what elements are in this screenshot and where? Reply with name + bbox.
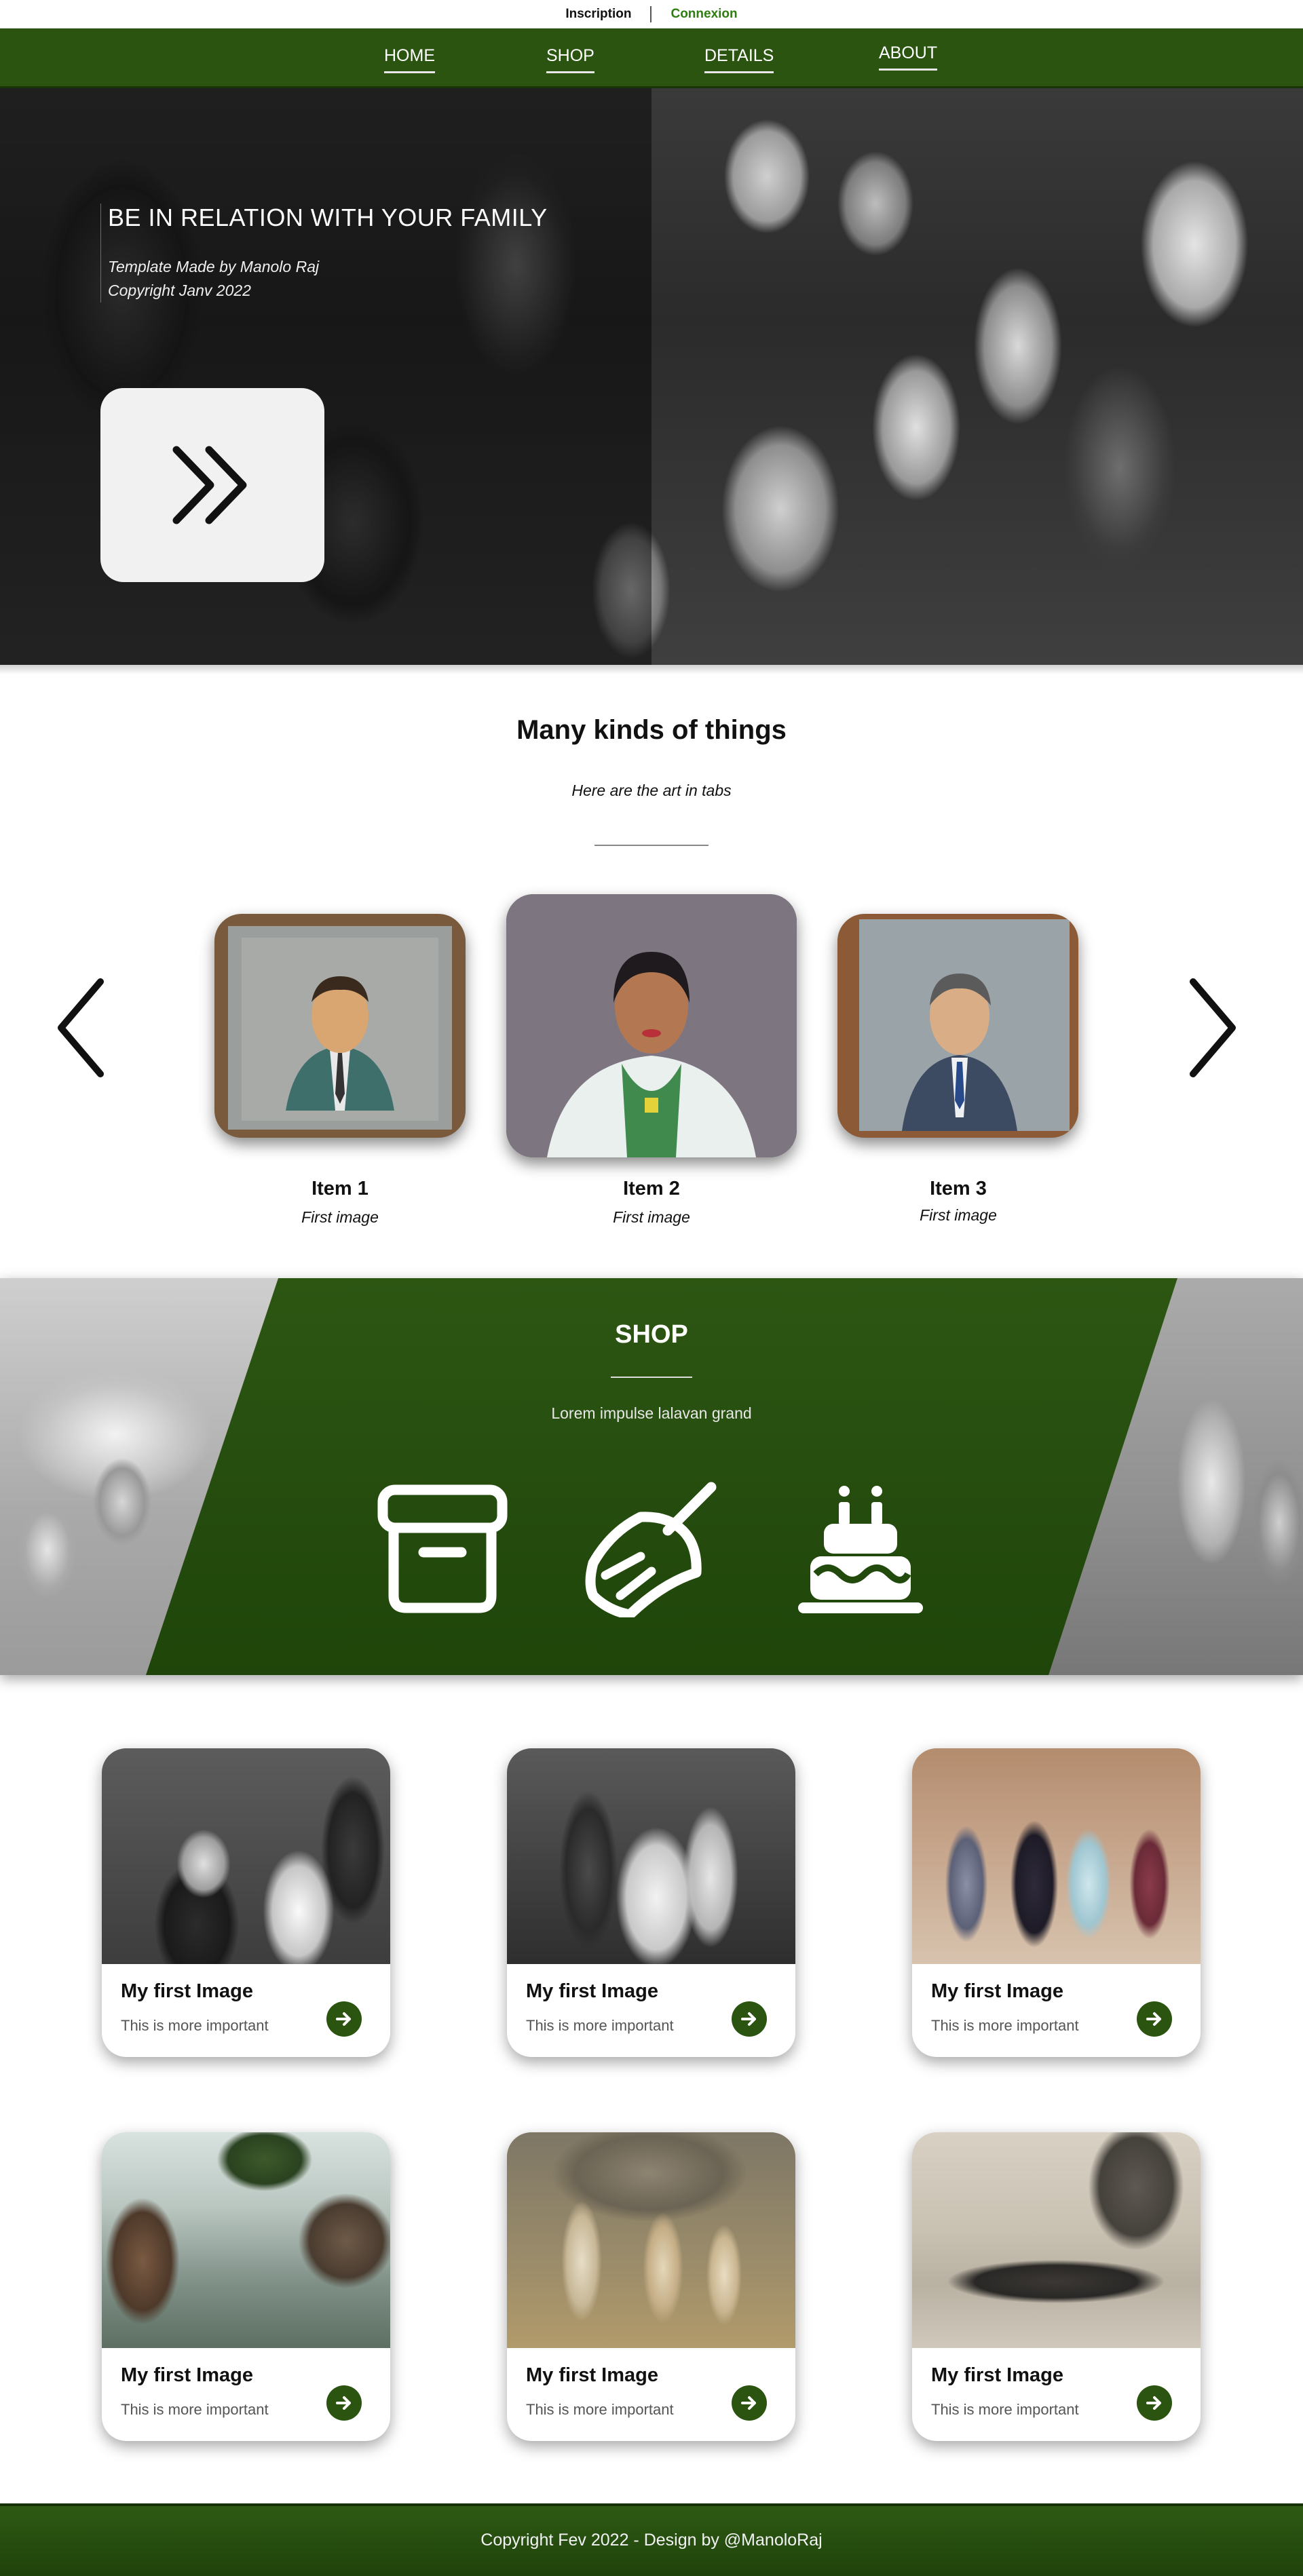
main-nav: HOME SHOP DETAILS ABOUT [0, 28, 1303, 88]
double-chevron-right-icon [172, 446, 247, 524]
hero-bottom-shadow [0, 665, 1303, 674]
gallery-photo-family-group [507, 2132, 795, 2348]
arrow-right-icon [336, 2396, 351, 2410]
shop-category-celebration[interactable] [793, 1482, 928, 1617]
gallery-card-open-button[interactable] [732, 2001, 767, 2037]
hero-next-button[interactable] [100, 388, 324, 582]
connexion-link[interactable]: Connexion [652, 7, 756, 22]
gallery-card-open-button[interactable] [1137, 2001, 1172, 2037]
gallery-card-3[interactable]: My first Image This is more important [912, 1748, 1201, 2057]
hero-overlay [0, 88, 652, 665]
carousel-item-2-title: Item 2 [623, 1178, 680, 1199]
gallery-card-title: My first Image [931, 1980, 1063, 2002]
arrow-right-icon [1146, 2012, 1161, 2026]
arrow-right-icon [336, 2012, 351, 2026]
shop-subtitle: Lorem impulse lalavan grand [551, 1404, 752, 1422]
divider [594, 845, 709, 846]
gallery-card-title: My first Image [526, 2364, 658, 2386]
gallery-photo-wedding [102, 1748, 390, 1964]
gallery-card-open-button[interactable] [326, 2385, 362, 2421]
gallery-card-subtitle: This is more important [526, 2017, 674, 2034]
carousel-next-button[interactable] [1179, 974, 1241, 1082]
gallery-card-title: My first Image [526, 1980, 658, 2002]
gallery-card-5[interactable]: My first Image This is more important [507, 2132, 795, 2441]
nav-about[interactable]: ABOUT [879, 43, 938, 71]
top-account-bar: Inscription Connexion [0, 0, 1303, 28]
shop-category-cleaning[interactable] [581, 1482, 717, 1620]
section-title-kinds: Many kinds of things [516, 715, 787, 745]
carousel-item-2-caption: First image [613, 1208, 690, 1226]
gallery-card-open-button[interactable] [1137, 2385, 1172, 2421]
hero-family-photo: BE IN RELATION WITH YOUR FAMILY Template… [0, 88, 1303, 665]
portrait-painting-man-2 [859, 919, 1070, 1131]
portrait-painting-man [228, 926, 452, 1130]
gallery-photo-wedding-color [912, 1748, 1201, 1964]
arrow-right-icon [741, 2012, 756, 2026]
gallery-card-6[interactable]: My first Image This is more important [912, 2132, 1201, 2441]
chevron-right-icon [1190, 978, 1236, 1077]
carousel-item-3[interactable] [837, 914, 1078, 1138]
gallery-card-open-button[interactable] [732, 2385, 767, 2421]
carousel-item-1[interactable] [214, 914, 466, 1138]
gallery-card-open-button[interactable] [326, 2001, 362, 2037]
carousel-item-3-caption: First image [920, 1206, 997, 1224]
gallery-card-title: My first Image [931, 2364, 1063, 2386]
gallery-card-subtitle: This is more important [931, 2401, 1079, 2418]
gallery-card-1[interactable]: My first Image This is more important [102, 1748, 390, 2057]
portrait-painting-woman [506, 894, 797, 1157]
hero-subtitle-line1: Template Made by Manolo Raj [108, 258, 320, 275]
footer-copyright: Copyright Fev 2022 - Design by @ManoloRa… [480, 2531, 823, 2550]
footer: Copyright Fev 2022 - Design by @ManoloRa… [0, 2503, 1303, 2576]
carousel-prev-button[interactable] [53, 974, 114, 1082]
gallery-photo-village [102, 2132, 390, 2348]
gallery-card-2[interactable]: My first Image This is more important [507, 1748, 795, 2057]
inscription-link[interactable]: Inscription [546, 7, 650, 22]
gallery-photo-crowd-building [912, 2132, 1201, 2348]
gallery-card-subtitle: This is more important [931, 2017, 1079, 2034]
carousel-item-2[interactable] [506, 894, 797, 1157]
gallery-card-subtitle: This is more important [526, 2401, 674, 2418]
shop-divider [611, 1377, 692, 1378]
birthday-cake-icon [798, 1486, 923, 1613]
shop-category-archive[interactable] [375, 1482, 510, 1617]
carousel-item-3-title: Item 3 [930, 1178, 987, 1199]
shop-title: SHOP [615, 1320, 688, 1349]
chevron-left-icon [58, 978, 104, 1077]
nav-shop[interactable]: SHOP [546, 46, 594, 73]
arrow-right-icon [741, 2396, 756, 2410]
hero-title: BE IN RELATION WITH YOUR FAMILY [108, 204, 548, 231]
carousel-item-1-caption: First image [301, 1208, 379, 1226]
archive-box-icon [377, 1484, 508, 1613]
gallery-photo-elders [507, 1748, 795, 1964]
arrow-right-icon [1146, 2396, 1161, 2410]
section-subtitle-kinds: Here are the art in tabs [571, 782, 732, 799]
nav-home[interactable]: HOME [384, 46, 435, 73]
gallery-card-title: My first Image [121, 1980, 253, 2002]
gallery-card-title: My first Image [121, 2364, 253, 2386]
hero-subtitle-line2: Copyright Janv 2022 [108, 282, 251, 299]
nav-details[interactable]: DETAILS [704, 46, 774, 73]
broom-icon [585, 1482, 717, 1620]
gallery-card-4[interactable]: My first Image This is more important [102, 2132, 390, 2441]
carousel-item-1-title: Item 1 [311, 1178, 369, 1199]
gallery-card-subtitle: This is more important [121, 2017, 269, 2034]
hero-text: BE IN RELATION WITH YOUR FAMILY Template… [100, 204, 548, 303]
gallery-card-subtitle: This is more important [121, 2401, 269, 2418]
